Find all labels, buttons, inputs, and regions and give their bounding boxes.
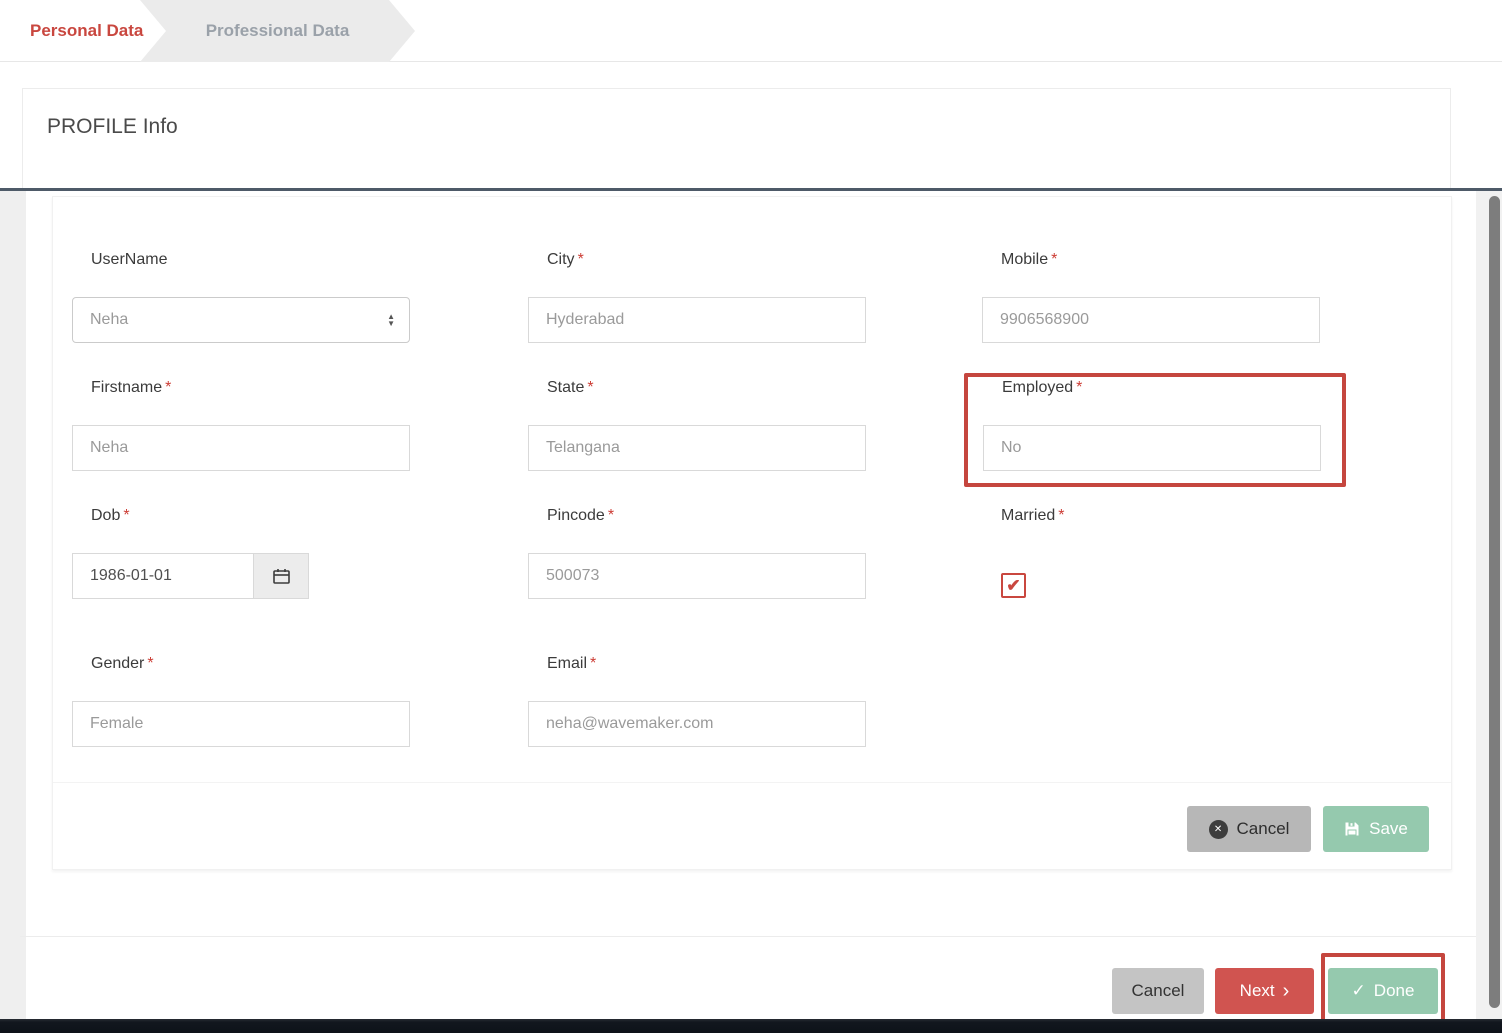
email-field: Email* <box>528 655 866 747</box>
employed-input[interactable] <box>983 425 1321 471</box>
mobile-field: Mobile* <box>982 251 1320 343</box>
required-marker: * <box>1058 507 1064 524</box>
mobile-label: Mobile <box>1001 251 1048 268</box>
checkmark-icon: ✔ <box>1006 576 1020 596</box>
dob-calendar-button[interactable] <box>253 553 309 599</box>
scrollbar-track[interactable] <box>1476 191 1502 1019</box>
required-marker: * <box>590 655 596 672</box>
calendar-icon <box>272 567 291 586</box>
state-field: State* <box>528 379 866 471</box>
dob-input[interactable] <box>72 553 253 599</box>
cancel-circle-x-icon: ✕ <box>1209 820 1228 839</box>
gender-input[interactable] <box>72 701 410 747</box>
state-input[interactable] <box>528 425 866 471</box>
bottom-dark-bar <box>0 1019 1502 1033</box>
city-field: City* <box>528 251 866 343</box>
required-marker: * <box>608 507 614 524</box>
dob-label: Dob <box>91 507 120 524</box>
email-input[interactable] <box>528 701 866 747</box>
username-select[interactable]: Neha ▲▼ <box>72 297 410 343</box>
employed-field: Employed* <box>983 379 1321 471</box>
form-cancel-label: Cancel <box>1237 819 1290 839</box>
chevron-right-icon: › <box>1283 983 1290 999</box>
married-label: Married <box>1001 507 1055 524</box>
wizard-next-button[interactable]: Next › <box>1215 968 1314 1014</box>
tab-personal-data-label: Personal Data <box>30 21 143 41</box>
wizard-done-label: Done <box>1374 981 1415 1001</box>
dob-field: Dob* <box>72 507 309 599</box>
city-input[interactable] <box>528 297 866 343</box>
tab-professional-data-label: Professional Data <box>206 21 350 41</box>
form-save-button[interactable]: Save <box>1323 806 1429 852</box>
tab-personal-data[interactable]: Personal Data <box>0 0 157 62</box>
gender-field: Gender* <box>72 655 410 747</box>
required-marker: * <box>578 251 584 268</box>
email-label: Email <box>547 655 587 672</box>
pincode-input[interactable] <box>528 553 866 599</box>
required-marker: * <box>165 379 171 396</box>
tab-professional-data[interactable]: Professional Data <box>140 0 415 62</box>
username-field: UserName Neha ▲▼ <box>72 251 410 343</box>
employed-label: Employed <box>1002 379 1073 396</box>
username-label: UserName <box>91 251 167 268</box>
married-checkbox[interactable]: ✔ <box>1001 573 1026 598</box>
pincode-field: Pincode* <box>528 507 866 599</box>
state-label: State <box>547 379 584 396</box>
gender-label: Gender <box>91 655 144 672</box>
username-select-value: Neha <box>90 311 387 329</box>
page-background-strip <box>0 191 26 1019</box>
panel-divider <box>0 188 1502 191</box>
married-field: Married* ✔ <box>982 507 1064 598</box>
wizard-done-button[interactable]: ✓ Done <box>1328 968 1438 1014</box>
scrollbar-thumb[interactable] <box>1489 196 1500 1008</box>
required-marker: * <box>123 507 129 524</box>
wizard-footer-divider <box>20 936 1502 937</box>
mobile-input[interactable] <box>982 297 1320 343</box>
save-icon <box>1344 821 1360 837</box>
profile-form-panel: UserName Neha ▲▼ City* Mobile* Firstname… <box>52 196 1452 870</box>
form-save-label: Save <box>1369 819 1408 839</box>
page-title: PROFILE Info <box>47 115 178 139</box>
profile-info-panel: PROFILE Info <box>22 88 1451 188</box>
firstname-field: Firstname* <box>72 379 410 471</box>
check-icon: ✓ <box>1352 981 1366 1001</box>
form-cancel-button[interactable]: ✕ Cancel <box>1187 806 1311 852</box>
required-marker: * <box>1051 251 1057 268</box>
form-footer-divider <box>53 782 1451 783</box>
wizard-next-label: Next <box>1240 981 1275 1001</box>
city-label: City <box>547 251 575 268</box>
wizard-steps-bar: Personal Data Professional Data <box>0 0 1502 62</box>
required-marker: * <box>587 379 593 396</box>
firstname-input[interactable] <box>72 425 410 471</box>
firstname-label: Firstname <box>91 379 162 396</box>
wizard-cancel-label: Cancel <box>1132 981 1185 1001</box>
required-marker: * <box>147 655 153 672</box>
wizard-cancel-button[interactable]: Cancel <box>1112 968 1204 1014</box>
select-arrows-icon: ▲▼ <box>387 313 395 327</box>
required-marker: * <box>1076 379 1082 396</box>
pincode-label: Pincode <box>547 507 605 524</box>
